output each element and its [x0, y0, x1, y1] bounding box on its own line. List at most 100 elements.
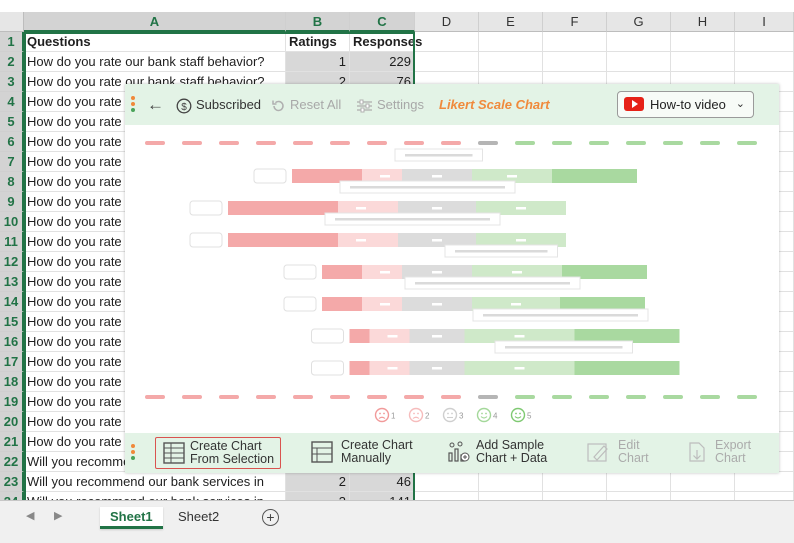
preview-label-box [283, 264, 317, 280]
preview-bar-neg1 [349, 361, 370, 375]
cell-empty[interactable] [479, 52, 543, 72]
cell-b[interactable]: 3 [286, 492, 350, 500]
column-header-e[interactable]: E [479, 12, 543, 32]
row-header[interactable]: 15 [0, 312, 24, 332]
edit-chart-button[interactable]: Edit Chart [586, 437, 656, 469]
cell-empty[interactable] [735, 52, 794, 72]
row-header[interactable]: 14 [0, 292, 24, 312]
cell-empty[interactable] [415, 472, 479, 492]
preview-dash [626, 395, 646, 399]
tab-scroll-right-icon[interactable]: ▶ [54, 509, 62, 522]
cell-empty[interactable] [607, 32, 671, 52]
how-to-video-dropdown[interactable]: How-to video ⌄ [617, 91, 754, 118]
preview-dash [404, 395, 424, 399]
smiley-icon [374, 407, 390, 423]
row-header[interactable]: 18 [0, 372, 24, 392]
tab-scroll-left-icon[interactable]: ◀ [26, 509, 34, 522]
preview-dash [478, 395, 498, 399]
cell-c[interactable]: 46 [350, 472, 415, 492]
tab-sheet1[interactable]: Sheet1 [100, 507, 163, 529]
preview-value-mark [387, 335, 398, 338]
row-header[interactable]: 24 [0, 492, 24, 500]
cell-a[interactable]: Will you recommend our bank services in [24, 492, 286, 500]
tab-sheet2[interactable]: Sheet2 [168, 507, 229, 529]
cell-c[interactable]: Responses [350, 32, 422, 52]
likert-chart-addin-panel: ← $ Subscribed Reset All Settings Likert… [125, 84, 779, 473]
cell-empty[interactable] [607, 52, 671, 72]
preview-dash [219, 141, 239, 145]
subscribed-button[interactable]: $ Subscribed [176, 84, 261, 125]
row-header[interactable]: 5 [0, 112, 24, 132]
row-header[interactable]: 4 [0, 92, 24, 112]
cell-empty[interactable] [479, 472, 543, 492]
column-header-f[interactable]: F [543, 12, 607, 32]
cell-empty[interactable] [735, 472, 794, 492]
cell-a[interactable]: How do you rate our bank staff behavior? [24, 52, 286, 72]
row-header[interactable]: 11 [0, 232, 24, 252]
cell-b[interactable]: 2 [286, 472, 350, 492]
preview-dash [589, 141, 609, 145]
row-header[interactable]: 3 [0, 72, 24, 92]
cell-c[interactable]: 141 [350, 492, 415, 500]
cell-empty[interactable] [479, 492, 543, 500]
cell-empty[interactable] [543, 492, 607, 500]
add-sample-chart-button[interactable]: Add Sample Chart + Data [446, 437, 556, 469]
create-chart-manually-button[interactable]: Create Chart Manually [310, 437, 425, 469]
cell-empty[interactable] [671, 472, 735, 492]
row-header[interactable]: 23 [0, 472, 24, 492]
reset-all-button[interactable]: Reset All [270, 84, 341, 125]
drag-handle-icon[interactable] [131, 96, 135, 114]
row-header[interactable]: 6 [0, 132, 24, 152]
cell-empty[interactable] [607, 472, 671, 492]
row-header[interactable]: 10 [0, 212, 24, 232]
cell-a[interactable]: Will you recommend our bank services in [24, 472, 286, 492]
row-header[interactable]: 16 [0, 332, 24, 352]
cell-empty[interactable] [543, 52, 607, 72]
cell-empty[interactable] [671, 492, 735, 500]
row-header[interactable]: 20 [0, 412, 24, 432]
column-header-c[interactable]: C [350, 12, 415, 32]
column-header-a[interactable]: A [24, 12, 286, 32]
row-header[interactable]: 1 [0, 32, 24, 52]
drag-handle-icon[interactable] [131, 444, 135, 462]
plus-circle-icon[interactable]: + [262, 509, 279, 526]
create-chart-from-selection-button[interactable]: Create Chart From Selection [155, 437, 281, 469]
preview-dash [663, 141, 683, 145]
row-header[interactable]: 12 [0, 252, 24, 272]
row-header[interactable]: 9 [0, 192, 24, 212]
select-all-corner[interactable] [0, 12, 24, 32]
column-header-g[interactable]: G [607, 12, 671, 32]
preview-value-mark [432, 239, 442, 242]
column-header-h[interactable]: H [671, 12, 735, 32]
cell-empty[interactable] [543, 32, 607, 52]
row-header[interactable]: 13 [0, 272, 24, 292]
cell-b[interactable]: 1 [286, 52, 350, 72]
column-header-b[interactable]: B [286, 12, 350, 32]
cell-a[interactable]: Questions [24, 32, 286, 52]
settings-button[interactable]: Settings [356, 84, 424, 125]
row-header[interactable]: 21 [0, 432, 24, 452]
cell-empty[interactable] [415, 32, 479, 52]
export-chart-button[interactable]: Export Chart [685, 437, 765, 469]
cell-empty[interactable] [671, 32, 735, 52]
row-header[interactable]: 2 [0, 52, 24, 72]
arrow-left-icon[interactable]: ← [147, 84, 164, 125]
preview-question-line [350, 186, 505, 189]
cell-empty[interactable] [671, 52, 735, 72]
cell-c[interactable]: 229 [350, 52, 415, 72]
row-header[interactable]: 8 [0, 172, 24, 192]
cell-b[interactable]: Ratings [286, 32, 350, 52]
cell-empty[interactable] [543, 472, 607, 492]
row-header[interactable]: 17 [0, 352, 24, 372]
row-header[interactable]: 7 [0, 152, 24, 172]
row-header[interactable]: 22 [0, 452, 24, 472]
column-header-i[interactable]: I [735, 12, 794, 32]
cell-empty[interactable] [735, 492, 794, 500]
cell-empty[interactable] [415, 52, 479, 72]
cell-empty[interactable] [735, 32, 794, 52]
row-header[interactable]: 19 [0, 392, 24, 412]
column-header-d[interactable]: D [415, 12, 479, 32]
cell-empty[interactable] [415, 492, 479, 500]
cell-empty[interactable] [479, 32, 543, 52]
cell-empty[interactable] [607, 492, 671, 500]
